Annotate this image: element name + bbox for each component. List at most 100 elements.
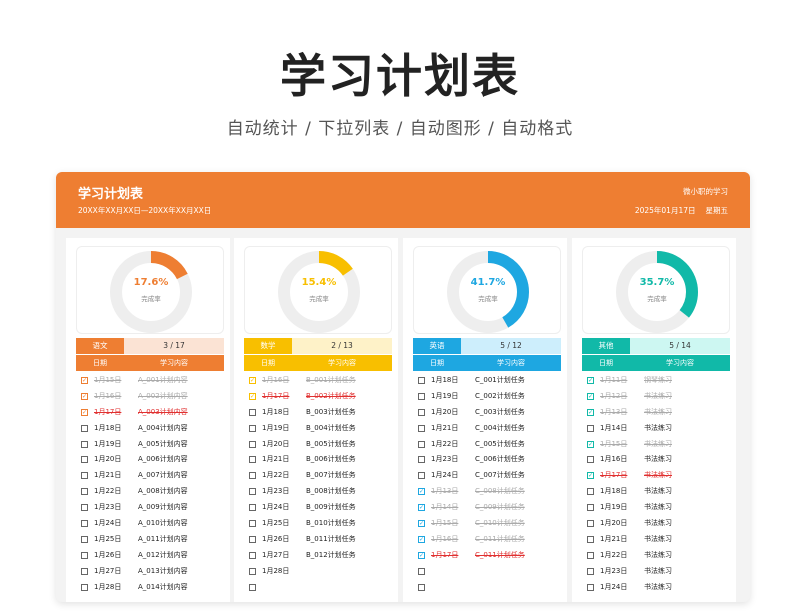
task-checkbox[interactable] [418, 456, 425, 464]
task-checkbox[interactable] [587, 520, 594, 528]
task-date: 1月27日 [94, 566, 122, 575]
subject-name[interactable]: 数学 [244, 338, 292, 354]
task-row: 1月27日 A_013计划内容 [76, 564, 224, 580]
task-list: ✓ 1月15日 A_001计划内容 ✓ 1月16日 A_002计划内容 ✓ 1月… [76, 373, 224, 595]
task-checkbox[interactable]: ✓ [418, 551, 425, 559]
subject-name[interactable]: 其他 [582, 338, 630, 354]
task-checkbox[interactable]: ✓ [249, 377, 256, 384]
task-checkbox[interactable] [587, 535, 594, 543]
task-checkbox[interactable] [249, 424, 256, 432]
task-list: ✓ 1月16日 B_001计划任务 ✓ 1月17日 B_002计划任务 1月18… [244, 373, 392, 595]
task-checkbox[interactable] [587, 551, 594, 559]
task-content: 书法练习 [644, 423, 672, 432]
task-content: C_010计划任务 [475, 519, 525, 528]
task-checkbox[interactable] [587, 488, 594, 496]
task-date: 1月17日 [94, 407, 122, 416]
task-checkbox[interactable] [81, 567, 88, 575]
task-checkbox[interactable] [418, 392, 425, 400]
task-checkbox[interactable] [418, 424, 425, 432]
task-checkbox[interactable] [81, 488, 88, 496]
task-content: C_005计划任务 [475, 439, 525, 448]
task-checkbox[interactable]: ✓ [81, 408, 88, 416]
subject-progress-count: 3 / 17 [124, 338, 224, 354]
task-checkbox[interactable] [587, 504, 594, 512]
task-row: 1月24日 B_009计划任务 [244, 500, 392, 516]
task-checkbox[interactable]: ✓ [249, 392, 256, 400]
task-content: A_005计划内容 [138, 439, 188, 448]
task-date: 1月23日 [262, 487, 290, 496]
task-checkbox[interactable] [418, 472, 425, 480]
task-checkbox[interactable] [418, 440, 425, 448]
task-row [413, 580, 561, 596]
task-checkbox[interactable]: ✓ [81, 377, 88, 384]
task-checkbox[interactable] [249, 583, 256, 591]
task-checkbox[interactable] [249, 535, 256, 543]
task-checkbox[interactable]: ✓ [587, 440, 594, 448]
task-checkbox[interactable] [587, 456, 594, 464]
task-row: ✓ 1月17日 A_003计划内容 [76, 405, 224, 421]
task-checkbox[interactable]: ✓ [418, 535, 425, 543]
task-checkbox[interactable]: ✓ [587, 472, 594, 480]
subject-summary-row: 其他 5 / 14 [582, 338, 730, 354]
subject-name[interactable]: 语文 [76, 338, 124, 354]
task-content: B_007计划任务 [306, 471, 356, 480]
task-date: 1月24日 [431, 471, 459, 480]
completion-donut-card: 41.7% 完成率 [413, 246, 561, 334]
task-checkbox[interactable] [81, 472, 88, 480]
task-content: A_010计划内容 [138, 519, 188, 528]
task-checkbox[interactable] [249, 567, 256, 575]
task-checkbox[interactable] [81, 440, 88, 448]
task-checkbox[interactable] [418, 567, 425, 575]
task-checkbox[interactable]: ✓ [81, 392, 88, 400]
task-checkbox[interactable] [418, 408, 425, 416]
task-checkbox[interactable] [81, 583, 88, 591]
task-checkbox[interactable] [587, 567, 594, 575]
subject-name[interactable]: 英语 [413, 338, 461, 354]
task-checkbox[interactable] [81, 551, 88, 559]
task-checkbox[interactable] [249, 440, 256, 448]
task-checkbox[interactable] [587, 424, 594, 432]
task-content: C_004计划任务 [475, 423, 525, 432]
task-checkbox[interactable]: ✓ [418, 504, 425, 512]
task-date: 1月19日 [94, 439, 122, 448]
task-checkbox[interactable]: ✓ [587, 377, 594, 384]
task-content: A_012计划内容 [138, 550, 188, 559]
task-date: 1月16日 [431, 534, 459, 543]
task-content: B_006计划任务 [306, 455, 356, 464]
task-row: 1月27日 B_012计划任务 [244, 548, 392, 564]
task-checkbox[interactable] [81, 535, 88, 543]
completion-donut-chart [278, 251, 360, 333]
task-checkbox[interactable] [249, 472, 256, 480]
task-checkbox[interactable] [587, 583, 594, 591]
task-checkbox[interactable] [418, 583, 425, 591]
task-date: 1月23日 [94, 503, 122, 512]
page-title: 学习计划表 [280, 49, 520, 103]
task-checkbox[interactable]: ✓ [587, 408, 594, 416]
task-checkbox[interactable]: ✓ [418, 520, 425, 528]
task-checkbox[interactable] [81, 424, 88, 432]
header-date: 日期 [599, 359, 613, 367]
task-content: C_003计划任务 [475, 407, 525, 416]
task-checkbox[interactable] [249, 504, 256, 512]
table-header: 日期 学习内容 [76, 355, 224, 371]
task-checkbox[interactable] [418, 377, 425, 384]
task-date: 1月22日 [431, 439, 459, 448]
task-checkbox[interactable] [81, 520, 88, 528]
task-row: 1月21日 A_007计划内容 [76, 468, 224, 484]
current-date: 2025年01月17日 [634, 206, 696, 215]
task-checkbox[interactable] [249, 488, 256, 496]
completion-donut-card: 17.6% 完成率 [76, 246, 224, 334]
header-content: 学习内容 [497, 359, 525, 367]
task-date: 1月20日 [262, 439, 290, 448]
task-checkbox[interactable] [249, 520, 256, 528]
task-checkbox[interactable] [249, 408, 256, 416]
task-checkbox[interactable]: ✓ [587, 392, 594, 400]
task-checkbox[interactable] [249, 456, 256, 464]
completion-donut-card: 15.4% 完成率 [244, 246, 392, 334]
task-checkbox[interactable] [81, 504, 88, 512]
task-checkbox[interactable] [249, 551, 256, 559]
task-date: 1月18日 [600, 487, 628, 496]
task-checkbox[interactable]: ✓ [418, 488, 425, 496]
task-row: 1月22日 A_008计划内容 [76, 484, 224, 500]
task-checkbox[interactable] [81, 456, 88, 464]
